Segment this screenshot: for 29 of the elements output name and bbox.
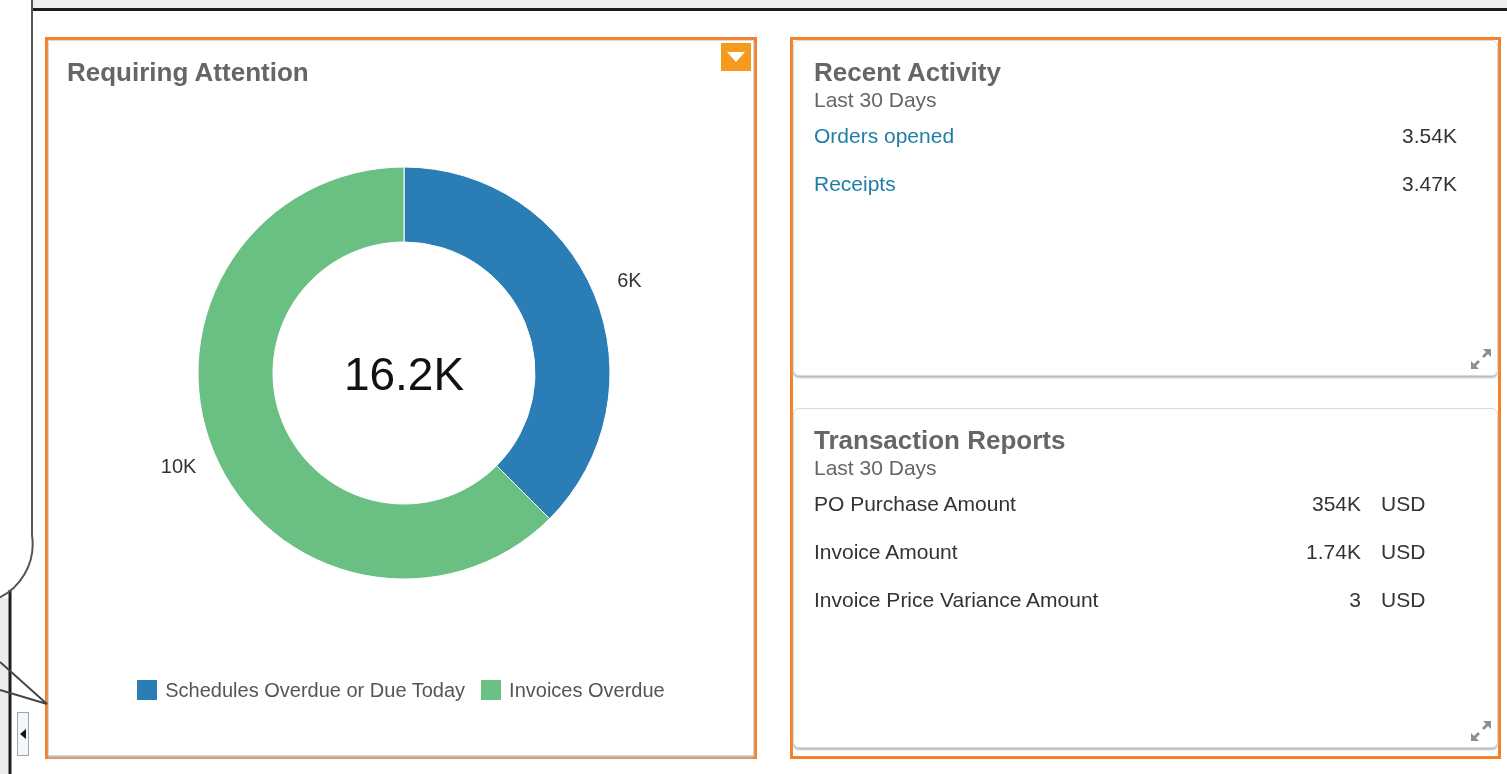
activity-count: 3.54K (1402, 123, 1457, 150)
caret-icon (20, 729, 26, 739)
legend-label: Invoices Overdue (509, 678, 665, 703)
menu-button[interactable] (721, 43, 751, 71)
report-label: PO Purchase Amount (814, 491, 1017, 518)
card-title: Requiring Attention (66, 56, 309, 87)
expand-icon[interactable] (1469, 347, 1493, 371)
slice-value-label: 10K (160, 455, 197, 478)
currency-unit: USD (1381, 491, 1427, 518)
expand-icon[interactable] (1469, 719, 1493, 743)
currency-unit: USD (1381, 539, 1427, 566)
report-label: Invoice Amount (814, 539, 959, 566)
report-amount: 354K (1311, 491, 1361, 518)
activity-link[interactable]: Orders opened (814, 120, 955, 152)
card-title: Transaction Reports (814, 425, 1067, 455)
total-value: 16.2K (343, 348, 465, 400)
caret-icon (727, 52, 745, 62)
currency-unit: USD (1381, 587, 1427, 614)
report-amount: 3 (1349, 587, 1361, 614)
card-title: Recent Activity (814, 57, 1002, 87)
slice-value-label: 6K (617, 268, 642, 291)
report-label: Invoice Price Variance Amount (814, 587, 1100, 614)
legend-label: Schedules Overdue or Due Today (165, 678, 466, 703)
report-amount: 1.74K (1306, 539, 1361, 566)
activity-link[interactable]: Receipts (814, 168, 896, 200)
card-subtitle: Last 30 Days (814, 87, 938, 113)
card-subtitle: Last 30 Days (814, 455, 938, 481)
collapse-handle[interactable] (17, 712, 29, 756)
activity-count: 3.47K (1402, 171, 1457, 198)
